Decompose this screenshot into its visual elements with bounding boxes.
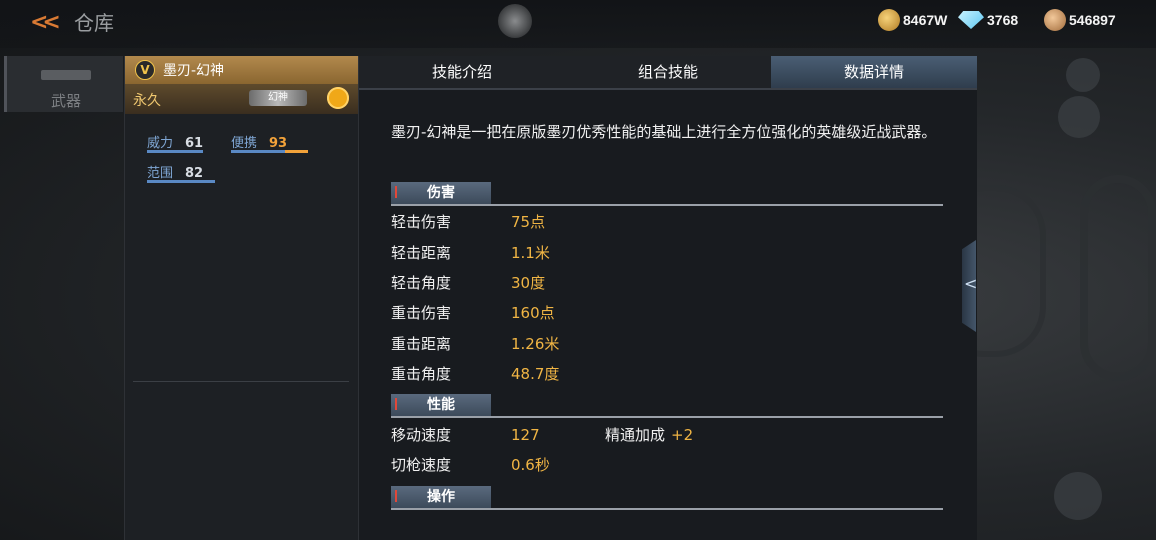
currency-value: 8467W xyxy=(903,12,948,28)
vip-badge-icon: V xyxy=(135,60,155,80)
row-label: 移动速度 xyxy=(391,426,452,444)
currency-value: 3768 xyxy=(987,12,1019,28)
row-value: 30度 xyxy=(511,274,546,292)
row-label: 重击距离 xyxy=(391,335,452,353)
settings-button[interactable] xyxy=(1066,58,1100,92)
detail-panel: 技能介绍 组合技能 数据详情 墨刃-幻神是一把在原版墨刃优秀性能的基础上进行全方… xyxy=(358,56,977,540)
currency-diamond[interactable]: 3768 xyxy=(958,8,1018,32)
background-decoration xyxy=(1080,175,1156,381)
rail-tab-weapons[interactable]: 武器 xyxy=(4,56,123,112)
row-label: 精通加成 xyxy=(605,426,666,444)
weapon-duration: 永久 xyxy=(133,93,161,109)
row-label: 轻击距离 xyxy=(391,244,452,262)
section-header-performance: 性能 xyxy=(391,394,943,418)
section-title: 伤害 xyxy=(391,182,491,204)
row-value: +2 xyxy=(671,426,694,444)
hide-button[interactable] xyxy=(1054,472,1102,520)
stat-bar xyxy=(231,150,308,153)
stat-bar xyxy=(147,180,215,183)
row-value: 127 xyxy=(511,426,540,444)
medal-icon[interactable] xyxy=(327,87,349,109)
row-value: 48.7度 xyxy=(511,365,560,383)
weapon-name: 墨刃-幻神 xyxy=(163,63,225,79)
row-label: 切枪速度 xyxy=(391,456,452,474)
divider xyxy=(133,381,349,382)
weapon-card-header: V 墨刃-幻神 xyxy=(125,56,359,84)
data-row: 移动速度 127 精通加成 +2 xyxy=(391,425,791,445)
tab-bar: 技能介绍 组合技能 数据详情 xyxy=(359,56,977,90)
tab-skill-intro[interactable]: 技能介绍 xyxy=(359,56,565,88)
row-value: 0.6秒 xyxy=(511,456,550,474)
row-label: 重击角度 xyxy=(391,365,452,383)
currency-value: 546897 xyxy=(1069,12,1116,28)
tab-data-details[interactable]: 数据详情 xyxy=(771,56,977,88)
diamond-icon xyxy=(958,11,984,29)
tab-combo-skills[interactable]: 组合技能 xyxy=(565,56,771,88)
stat-power: 威力 61 xyxy=(147,132,204,153)
stat-range: 范围 82 xyxy=(147,162,215,183)
weapon-card: V 墨刃-幻神 永久 幻神 威力 61 便携 93 范围 82 xyxy=(124,56,359,540)
page-title: 仓库 xyxy=(74,11,114,35)
currency-token[interactable]: 546897 xyxy=(1044,8,1116,32)
back-button[interactable]: << xyxy=(30,10,61,36)
weapon-tag: 幻神 xyxy=(249,90,307,106)
row-label: 轻击伤害 xyxy=(391,213,452,231)
row-label: 轻击角度 xyxy=(391,274,452,292)
stat-label: 威力 xyxy=(147,136,174,151)
emblem-icon xyxy=(498,4,532,38)
view-toggle-button[interactable] xyxy=(1058,96,1100,138)
section-title: 操作 xyxy=(391,486,491,508)
stat-label: 范围 xyxy=(147,166,174,181)
double-chevron-left-icon: << xyxy=(30,10,61,35)
section-title: 性能 xyxy=(391,394,491,416)
weapon-card-subheader: 永久 幻神 xyxy=(125,84,359,114)
stat-value: 82 xyxy=(185,166,204,181)
stat-value: 61 xyxy=(185,136,204,151)
stat-value: 93 xyxy=(269,136,288,151)
section-header-operation: 操作 xyxy=(391,486,943,510)
stat-bar xyxy=(147,150,203,153)
section-header-damage: 伤害 xyxy=(391,182,943,206)
gold-coin-icon xyxy=(878,9,900,31)
token-icon xyxy=(1044,9,1066,31)
row-value: 1.1米 xyxy=(511,244,550,262)
rifle-icon xyxy=(41,70,91,80)
stat-portability: 便携 93 xyxy=(231,132,308,153)
row-value: 1.26米 xyxy=(511,335,560,353)
row-label: 重击伤害 xyxy=(391,304,452,322)
rail-tab-label: 武器 xyxy=(51,92,82,110)
row-value: 160点 xyxy=(511,304,555,322)
stat-label: 便携 xyxy=(231,136,258,151)
chevron-left-icon: < xyxy=(964,274,978,293)
top-bar: << 仓库 8467W 3768 546897 xyxy=(0,0,1156,48)
row-value: 75点 xyxy=(511,213,546,231)
currency-gold[interactable]: 8467W xyxy=(878,8,947,32)
collapse-panel-button[interactable]: < xyxy=(962,240,976,332)
weapon-description: 墨刃-幻神是一把在原版墨刃优秀性能的基础上进行全方位强化的英雄级近战武器。 xyxy=(391,123,937,141)
